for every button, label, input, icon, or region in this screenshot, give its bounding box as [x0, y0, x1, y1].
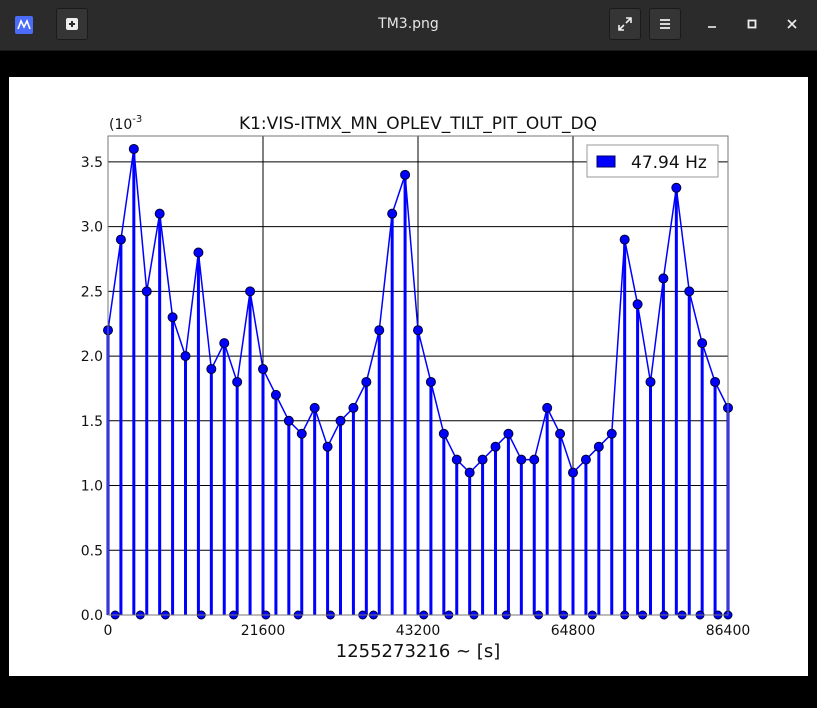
data-point: [309, 402, 320, 413]
data-point: [529, 454, 540, 465]
data-point: [348, 402, 359, 413]
legend: 47.94 Hz: [586, 144, 719, 178]
data-point: [180, 351, 191, 362]
x-axis-label: 1255273216 ~ [s]: [336, 641, 500, 662]
data-point: [490, 441, 501, 452]
data-point: [115, 234, 126, 245]
data-point: [451, 454, 462, 465]
data-point: [671, 182, 682, 193]
data-point: [322, 441, 333, 452]
menu-button[interactable]: [649, 8, 681, 40]
data-point: [438, 428, 449, 439]
maximize-icon: [747, 19, 757, 29]
data-point: [154, 208, 165, 219]
data-point: [658, 273, 669, 284]
close-icon: [787, 19, 797, 29]
data-point: [335, 415, 346, 426]
data-point: [400, 169, 411, 180]
y-tick-label: 2.5: [81, 284, 103, 300]
data-point: [270, 389, 281, 400]
data-point: [283, 415, 294, 426]
image-viewer-icon[interactable]: [15, 16, 33, 34]
data-point: [516, 454, 527, 465]
fullscreen-button[interactable]: [609, 8, 641, 40]
new-tab-button[interactable]: [56, 8, 88, 40]
chart-svg: 0 21600 43200 64800 86400 0.0 0.5 1.0 1.5 2.0 2.5 3…: [81, 114, 751, 662]
y-tick-label: 2.0: [81, 349, 103, 365]
data-point: [374, 325, 385, 336]
x-tick-label: 43200: [396, 623, 441, 639]
data-point: [258, 364, 268, 375]
x-tick-label: 86400: [706, 623, 751, 639]
expand-icon: [618, 17, 632, 31]
y-tick-label: 3.0: [81, 220, 103, 236]
minimize-button[interactable]: [702, 14, 722, 34]
y-tick-label: 1.0: [81, 479, 103, 495]
data-point: [232, 376, 243, 387]
window-titlebar: TM3.png: [0, 0, 817, 51]
data-point: [361, 376, 372, 387]
x-tick-label: 21600: [241, 623, 286, 639]
data-point: [219, 338, 230, 349]
x-tick-label: 64800: [551, 623, 596, 639]
data-point: [593, 441, 604, 452]
data-point: [580, 454, 591, 465]
data-point: [477, 454, 488, 465]
y-multiplier-base: (10: [109, 117, 132, 133]
data-point: [413, 325, 423, 336]
legend-swatch: [596, 155, 616, 168]
window-title: TM3.png: [378, 16, 439, 32]
data-point: [245, 286, 256, 297]
data-point: [425, 376, 436, 387]
chart-title: K1:VIS-ITMX_MN_OPLEV_TILT_PIT_OUT_DQ: [239, 114, 597, 134]
hamburger-icon: [660, 19, 670, 29]
legend-label: 47.94 Hz: [631, 153, 707, 173]
data-point: [464, 467, 475, 478]
x-tick-label: 0: [104, 623, 113, 639]
data-point: [503, 428, 514, 439]
y-multiplier: (10-3: [109, 114, 142, 133]
y-multiplier-exponent: -3: [132, 114, 142, 125]
data-point: [710, 376, 721, 387]
data-point: [193, 247, 204, 258]
data-point: [167, 312, 178, 323]
maximize-button[interactable]: [742, 14, 762, 34]
close-button[interactable]: [782, 14, 802, 34]
y-tick-label: 3.5: [81, 155, 103, 171]
data-point: [296, 428, 307, 439]
data-point: [542, 402, 553, 413]
data-point: [568, 467, 578, 478]
data-point: [606, 428, 617, 439]
y-tick-label: 0.0: [81, 608, 103, 624]
data-point: [206, 364, 217, 375]
plus-icon: [66, 18, 78, 30]
minimize-icon: [708, 26, 716, 28]
data-point: [645, 376, 656, 387]
data-point: [684, 286, 695, 297]
data-point: [387, 208, 398, 219]
data-point: [697, 338, 708, 349]
y-tick-label: 1.5: [81, 414, 103, 430]
chart-image: 0 21600 43200 64800 86400 0.0 0.5 1.0 1.5 2.0 2.5 3…: [9, 77, 808, 676]
data-point: [632, 299, 643, 310]
data-point: [619, 234, 630, 245]
y-tick-label: 0.5: [81, 543, 103, 559]
data-point: [141, 286, 152, 297]
data-point: [555, 428, 566, 439]
data-point: [128, 143, 139, 154]
